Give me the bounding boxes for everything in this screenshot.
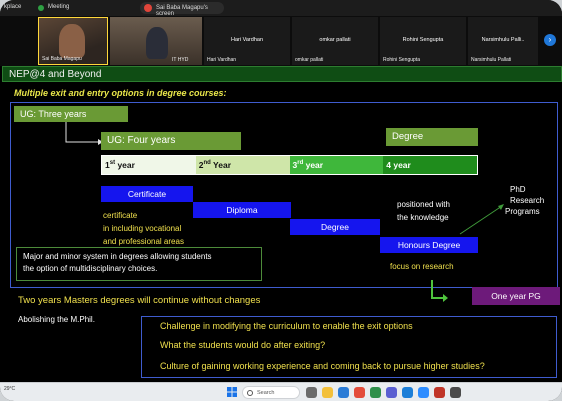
challenge-line: What the students would do after exiting… bbox=[160, 340, 326, 350]
degree-step: Degree bbox=[290, 219, 380, 235]
slide-subtitle: Multiple exit and entry options in degre… bbox=[14, 88, 227, 98]
certificate-note-line: and professional areas bbox=[103, 237, 184, 246]
focus-research-text: focus on research bbox=[390, 262, 454, 271]
positioned-text: positioned with bbox=[397, 200, 450, 209]
search-icon bbox=[247, 390, 253, 396]
windows-start-icon[interactable] bbox=[227, 387, 237, 397]
ug-three-years-box: UG: Three years bbox=[14, 106, 128, 122]
major-minor-line: the option of multidisciplinary choices. bbox=[23, 264, 158, 273]
search-placeholder: Search bbox=[257, 390, 275, 396]
participant-name: Hari Vardhan bbox=[207, 57, 237, 63]
certificate-note-line: certificate bbox=[103, 211, 138, 220]
mphil-text: Abolishing the M.Phil. bbox=[18, 315, 95, 324]
meeting-top-bar: kplace Meeting Sai Baba Magapu's screen bbox=[0, 0, 562, 17]
participant-video bbox=[59, 24, 85, 58]
certificate-step: Certificate bbox=[101, 186, 193, 202]
challenge-line: Challenge in modifying the curriculum to… bbox=[160, 321, 413, 331]
year-3-cell: 3rd year bbox=[289, 156, 384, 174]
phd-text: PhD bbox=[510, 185, 526, 194]
file-explorer-icon[interactable] bbox=[322, 387, 333, 398]
taskview-icon[interactable] bbox=[306, 387, 317, 398]
slide-title-bar: NEP@4 and Beyond bbox=[2, 66, 562, 82]
pg-connector-arrow bbox=[431, 280, 448, 302]
weather-widget[interactable]: 29°C bbox=[4, 386, 15, 392]
workspace-label: kplace bbox=[4, 4, 22, 10]
participant-tile[interactable]: IT HYD bbox=[110, 17, 202, 65]
phd-text: Research bbox=[510, 196, 545, 205]
major-minor-note: Major and minor system in degrees allowi… bbox=[16, 247, 262, 281]
app-icon[interactable] bbox=[450, 387, 461, 398]
screen-share-indicator[interactable]: Sai Baba Magapu's screen bbox=[140, 2, 224, 17]
zoom-icon[interactable] bbox=[418, 387, 429, 398]
office-icon[interactable] bbox=[354, 387, 365, 398]
year-1-cell: 1st year bbox=[102, 156, 196, 174]
participant-video bbox=[146, 27, 168, 59]
year-timeline: 1st year 2nd Year 3rd year 4 year bbox=[101, 155, 478, 175]
participant-tile[interactable]: Rohini Sengupta Rohini Sengupta bbox=[380, 17, 466, 65]
major-minor-line: Major and minor system in degrees allowi… bbox=[23, 252, 212, 261]
screen: kplace Meeting Sai Baba Magapu's screen … bbox=[0, 0, 562, 401]
meeting-status-icon bbox=[38, 5, 44, 11]
year-4-cell: 4 year bbox=[383, 156, 477, 174]
degree-header-box: Degree bbox=[386, 128, 478, 146]
next-participants-button[interactable]: › bbox=[544, 34, 556, 46]
positioned-text: the knowledge bbox=[397, 213, 449, 222]
ug-four-years-box: UG: Four years bbox=[101, 132, 241, 150]
participant-strip: Sai Baba Magapu IT HYD Hari Vardhan Hari… bbox=[0, 16, 562, 66]
masters-text: Two years Masters degrees will continue … bbox=[18, 295, 261, 306]
sharing-icon bbox=[144, 4, 152, 12]
diploma-step: Diploma bbox=[193, 202, 291, 218]
one-year-pg-box: One year PG bbox=[472, 287, 560, 305]
teams-icon[interactable] bbox=[386, 387, 397, 398]
participant-tile[interactable]: Sai Baba Magapu bbox=[38, 17, 108, 65]
meeting-label[interactable]: Meeting bbox=[48, 4, 69, 10]
participant-tile[interactable]: Hari Vardhan Hari Vardhan bbox=[204, 17, 290, 65]
participant-display-name: Narsimhulu Palli.. bbox=[481, 37, 525, 43]
shared-slide: NEP@4 and Beyond Multiple exit and entry… bbox=[0, 66, 562, 382]
year-2-cell: 2nd Year bbox=[195, 156, 290, 174]
outlook-icon[interactable] bbox=[402, 387, 413, 398]
taskbar-search-box[interactable]: Search bbox=[242, 386, 300, 399]
participant-name: Narsimhulu Pallati bbox=[471, 57, 512, 63]
windows-taskbar: 29°C Search bbox=[0, 382, 562, 401]
honours-degree-step: Honours Degree bbox=[380, 237, 478, 253]
certificate-note-line: in including vocational bbox=[103, 224, 182, 233]
participant-name: IT HYD bbox=[172, 57, 189, 63]
pdf-icon[interactable] bbox=[434, 387, 445, 398]
phd-text: Programs bbox=[505, 207, 540, 216]
chrome-icon[interactable] bbox=[370, 387, 381, 398]
slide-title: NEP@4 and Beyond bbox=[9, 69, 102, 80]
participant-name: Rohini Sengupta bbox=[383, 57, 420, 63]
edge-browser-icon[interactable] bbox=[338, 387, 349, 398]
ug-connector-arrow bbox=[65, 122, 103, 145]
participant-display-name: Rohini Sengupta bbox=[402, 37, 444, 43]
challenge-line: Culture of gaining working experience an… bbox=[160, 361, 485, 371]
participant-tile[interactable]: omkar pallati omkar pallati bbox=[292, 17, 378, 65]
participant-display-name: omkar pallati bbox=[319, 37, 351, 43]
participant-tile[interactable]: Narsimhulu Palli.. Narsimhulu Pallati bbox=[468, 17, 538, 65]
phd-arrow bbox=[459, 204, 504, 235]
participant-name: omkar pallati bbox=[295, 57, 324, 63]
participant-name: Sai Baba Magapu bbox=[42, 56, 82, 62]
participant-display-name: Hari Vardhan bbox=[231, 37, 263, 43]
